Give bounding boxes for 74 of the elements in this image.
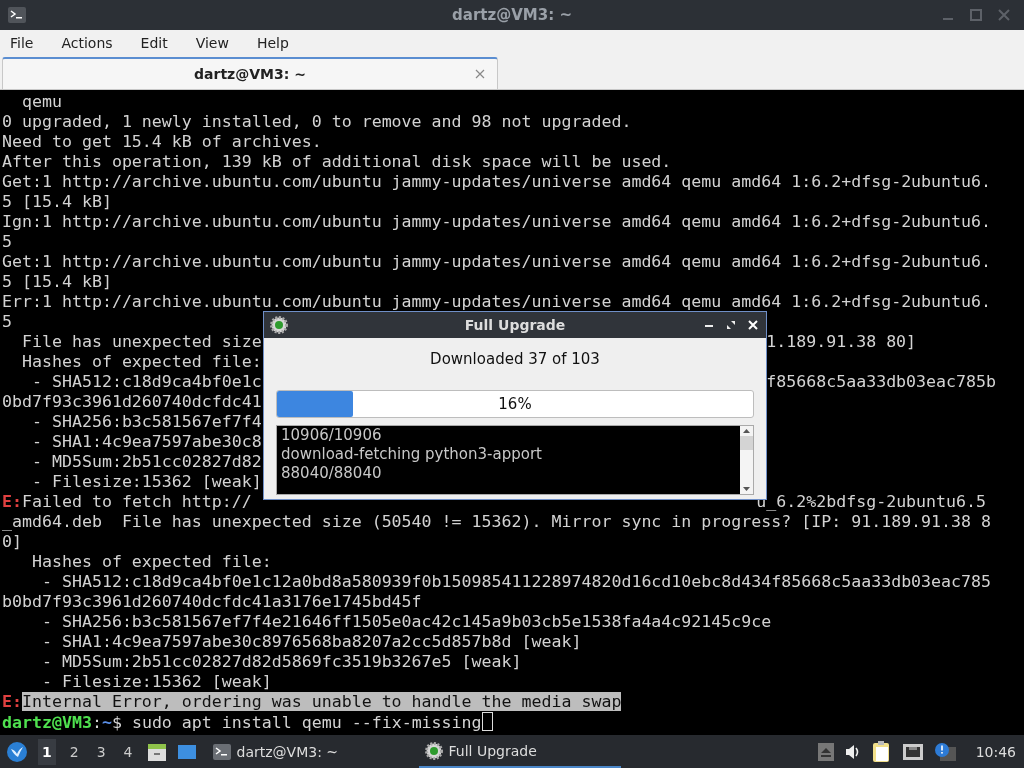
file-cabinet-icon[interactable] xyxy=(146,741,167,762)
terminal-line: b0bd7f93c3961d260740dcfdc41a3176e1745bd45f xyxy=(2,592,422,611)
terminal-line: f85668c5aa33db03eac785b xyxy=(766,372,997,391)
menu-item[interactable]: Edit xyxy=(140,35,168,51)
terminal-line: - SHA256:b3c581567ef7f4 xyxy=(30,412,262,431)
terminal-line: - SHA1:4c9ea7597abe30c8 xyxy=(30,432,262,451)
error-prefix: E: xyxy=(2,692,22,711)
prompt-user: dartz@VM3 xyxy=(2,713,92,732)
terminal-line: 5 xyxy=(2,232,12,251)
menu-item[interactable]: File xyxy=(10,35,34,51)
terminal-line: 5 xyxy=(2,312,12,331)
terminal-line: - Filesize:15362 [weak] xyxy=(40,672,272,691)
terminal-tab[interactable]: dartz@VM3: ~ xyxy=(2,57,498,89)
terminal-line: 0bd7f93c3961d260740dcfdc41 xyxy=(2,392,262,411)
terminal-line: - SHA1:4c9ea7597abe30c8976568ba8207a2cc5d857b8d [weak] xyxy=(40,632,582,651)
maximize-icon[interactable] xyxy=(726,320,736,330)
terminal-line: After this operation, 139 kB of additional disk space will be used. xyxy=(2,152,672,171)
prompt-path: ~ xyxy=(101,713,112,732)
scroll-up-icon[interactable] xyxy=(740,426,753,436)
terminal-line: 0] xyxy=(2,532,22,551)
terminal-line: 5 [15.4 kB] xyxy=(2,192,112,211)
terminal-line: 5 [15.4 kB] xyxy=(2,272,112,291)
terminal-line: File has unexpected size xyxy=(20,332,262,351)
scrollbar[interactable] xyxy=(740,426,753,494)
workspace-button[interactable]: 2 xyxy=(65,738,83,765)
command-text: $ sudo apt install qemu --fix-missing xyxy=(111,713,482,732)
terminal-line: - MD5Sum:2b51cc02827d82d5869fc3519b3267e5 [weak] xyxy=(40,652,522,671)
workspace-button[interactable]: 4 xyxy=(119,738,137,765)
clipboard-icon[interactable] xyxy=(871,740,892,763)
terminal-line: - SHA512:c18d9ca4bf0e1c12a0bd8a580939f0b150985411228974820d16cd10ebc8d434f85668c5aa33db03eac785 xyxy=(40,572,992,591)
menu-item[interactable]: View xyxy=(195,35,229,51)
log-line: 10906/10906 xyxy=(281,426,383,445)
scrollbar-thumb[interactable] xyxy=(740,436,753,450)
terminal-line: 1.189.91.38 80] xyxy=(766,332,917,351)
log-line: download-fetching python3-apport xyxy=(281,445,543,464)
scroll-down-icon[interactable] xyxy=(740,484,753,494)
terminal-line: Get:1 http://archive.ubuntu.com/ubuntu jammy-updates/universe amd64 qemu amd64 1:6.2+dfsg-2ubuntu6. xyxy=(2,252,992,271)
dialog-title: Full Upgrade xyxy=(463,317,567,333)
terminal-line: Err:1 http://archive.ubuntu.com/ubuntu jammy-updates/universe amd64 qemu amd64 1:6.2+dfsg-2ubuntu6. xyxy=(2,292,992,311)
error-prefix: E: xyxy=(2,492,22,511)
log-line: 88040/88040 xyxy=(281,464,383,483)
taskbar-button[interactable]: Full Upgrade xyxy=(418,735,621,768)
terminal-line: 0 upgraded, 1 newly installed, 0 to remove and 98 not upgraded. xyxy=(2,112,632,131)
menu-item[interactable]: Help xyxy=(256,35,289,51)
taskbar-button[interactable]: dartz@VM3: ~ xyxy=(206,736,409,767)
terminal-line: - MD5Sum:2b51cc02827d82 xyxy=(30,452,262,471)
terminal-line: Hashes of expected file: xyxy=(20,352,262,371)
terminal-line: Hashes of expected file: xyxy=(30,552,272,571)
terminal-icon xyxy=(8,7,26,23)
terminal-line: - SHA512:c18d9ca4bf0e1c xyxy=(30,372,262,391)
progress-label: 16% xyxy=(498,395,532,413)
workspace-button[interactable]: 1 xyxy=(38,738,56,765)
terminal-line: - Filesize:15362 [weak] xyxy=(30,472,262,491)
gear-icon xyxy=(424,741,443,760)
text-cursor xyxy=(481,712,493,731)
network-icon[interactable] xyxy=(901,742,924,761)
status-text: Downloaded 37 of 103 xyxy=(429,350,601,368)
terminal-line: Need to get 15.4 kB of archives. xyxy=(2,132,322,151)
terminal-line: Failed to fetch http:// xyxy=(22,492,252,511)
terminal-line: Get:1 http://archive.ubuntu.com/ubuntu jammy-updates/universe amd64 qemu amd64 1:6.2+dfsg-2ubuntu6. xyxy=(2,172,992,191)
terminal-icon xyxy=(212,743,231,760)
workspace-button[interactable]: 3 xyxy=(92,738,110,765)
prompt-separator: : xyxy=(91,713,102,732)
window-title: dartz@VM3: ~ xyxy=(451,6,573,24)
terminal-line: u_6.2%2bdfsg-2ubuntu6.5 xyxy=(756,492,987,511)
terminal-line: qemu xyxy=(20,92,62,111)
menu-item[interactable]: Actions xyxy=(61,35,113,51)
terminal-line: Ign:1 http://archive.ubuntu.com/ubuntu jammy-updates/universe amd64 qemu amd64 1:6.2+dfsg-2ubuntu6. xyxy=(2,212,992,231)
update-notice-icon[interactable] xyxy=(933,741,956,762)
terminal-line: - SHA256:b3c581567ef7f4e21646ff1505e0ac42c145a9b03cb5e1538fa4a4c92145c9ce xyxy=(40,612,772,631)
gear-icon xyxy=(270,316,288,334)
terminal-line: _amd64.deb File has unexpected size (50540 != 15362). Mirror sync in progress? [IP: 91.189.91.38 8 xyxy=(2,512,992,531)
clock[interactable]: 10:46 xyxy=(975,743,1016,760)
eject-icon[interactable] xyxy=(817,742,834,761)
